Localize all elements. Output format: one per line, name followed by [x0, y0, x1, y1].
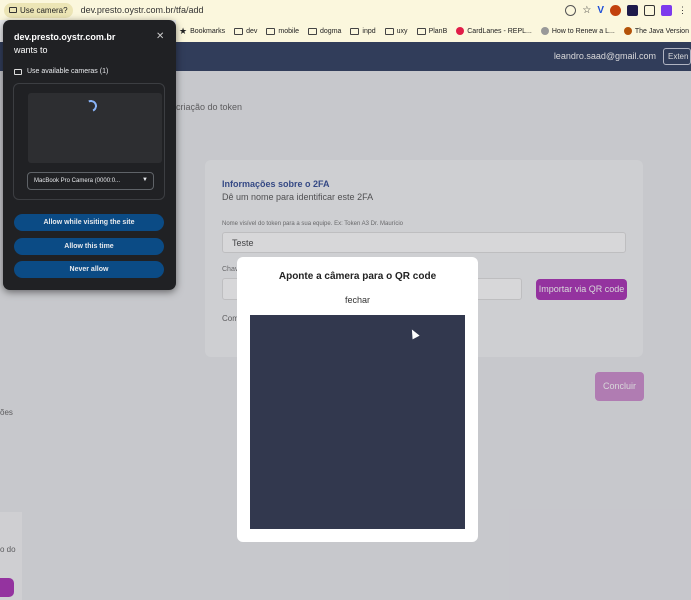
camera-icon	[14, 68, 22, 75]
camera-select[interactable]: MacBook Pro Camera (0000:0... ▼	[27, 172, 154, 190]
bookmark-label: PlanB	[428, 27, 448, 35]
camera-option-label: Use available cameras (1)	[27, 68, 109, 75]
bookmark-item[interactable]: inpd	[350, 27, 376, 35]
bookmark-item[interactable]: The Java Version	[623, 27, 689, 35]
bookmark-item[interactable]: uxy	[384, 27, 408, 35]
bookmark-star-icon[interactable]: ☆	[582, 5, 591, 16]
bookmark-label: inpd	[362, 27, 376, 35]
browser-url-bar: Use camera? dev.presto.oystr.com.br/tfa/…	[0, 0, 691, 20]
bookmark-item[interactable]: mobile	[266, 27, 300, 35]
bookmark-label: mobile	[278, 27, 300, 35]
camera-chip-label: Use camera?	[20, 5, 68, 15]
bookmark-label: CardLanes - REPL...	[467, 27, 532, 35]
folder-icon	[416, 27, 426, 35]
folder-icon	[266, 27, 276, 35]
extension-v-icon[interactable]: V	[597, 5, 604, 16]
bookmark-item[interactable]: dogma	[308, 27, 342, 35]
browser-toolbar-icons: ☆ V ⋮	[565, 0, 691, 20]
qr-modal-title: Aponte a câmera para o QR code	[278, 271, 437, 282]
extensions-puzzle-icon[interactable]	[644, 4, 655, 16]
chevron-down-icon: ▼	[142, 177, 148, 183]
qr-modal: Aponte a câmera para o QR code fechar	[237, 257, 478, 542]
profile-icon[interactable]	[661, 4, 672, 16]
bookmark-label: dev	[246, 27, 258, 35]
mouse-cursor-icon	[408, 327, 420, 340]
never-allow-button[interactable]: Never allow	[14, 261, 164, 278]
camera-option-row: Use available cameras (1)	[14, 68, 108, 75]
allow-this-time-button[interactable]: Allow this time	[14, 238, 164, 255]
close-link[interactable]: fechar	[237, 295, 478, 305]
bookmark-label: uxy	[396, 27, 408, 35]
camera-select-value: MacBook Pro Camera (0000:0...	[34, 178, 121, 184]
camera-view	[250, 315, 465, 529]
key-icon[interactable]	[565, 4, 577, 16]
bookmark-label: dogma	[320, 27, 342, 35]
camera-icon	[9, 7, 17, 13]
site-favicon-icon	[540, 27, 549, 35]
folder-icon	[308, 27, 318, 35]
bookmark-label: The Java Version	[634, 27, 689, 35]
extension-dark-icon[interactable]	[627, 4, 638, 16]
site-favicon-icon	[456, 27, 465, 35]
bookmark-item[interactable]: PlanB	[416, 27, 448, 35]
bookmark-label: Bookmarks	[190, 27, 226, 35]
bookmark-item[interactable]: CardLanes - REPL...	[456, 27, 532, 35]
star-icon: ★	[179, 25, 188, 36]
folder-icon	[234, 27, 244, 35]
folder-icon	[384, 27, 394, 35]
site-favicon-icon	[623, 27, 632, 35]
bookmark-label: How to Renew a L...	[551, 27, 615, 35]
allow-while-visiting-button[interactable]: Allow while visiting the site	[14, 214, 164, 231]
close-icon[interactable]: ✕	[156, 31, 164, 42]
bookmark-item[interactable]: ★ Bookmarks	[179, 26, 225, 37]
bookmarks-bar: ★ Bookmarks dev mobile dogma inpd uxy Pla…	[176, 20, 691, 42]
bookmark-item[interactable]: dev	[234, 27, 258, 35]
menu-icon[interactable]: ⋮	[678, 5, 687, 16]
bookmark-item[interactable]: How to Renew a L...	[540, 27, 615, 35]
camera-permission-chip[interactable]: Use camera?	[4, 2, 73, 18]
permission-wants: wants to	[14, 45, 48, 55]
extension-orange-icon[interactable]	[610, 4, 621, 16]
folder-icon	[350, 27, 360, 35]
address-text[interactable]: dev.presto.oystr.com.br/tfa/add	[81, 5, 204, 15]
permission-host: dev.presto.oystr.com.br	[14, 32, 116, 42]
